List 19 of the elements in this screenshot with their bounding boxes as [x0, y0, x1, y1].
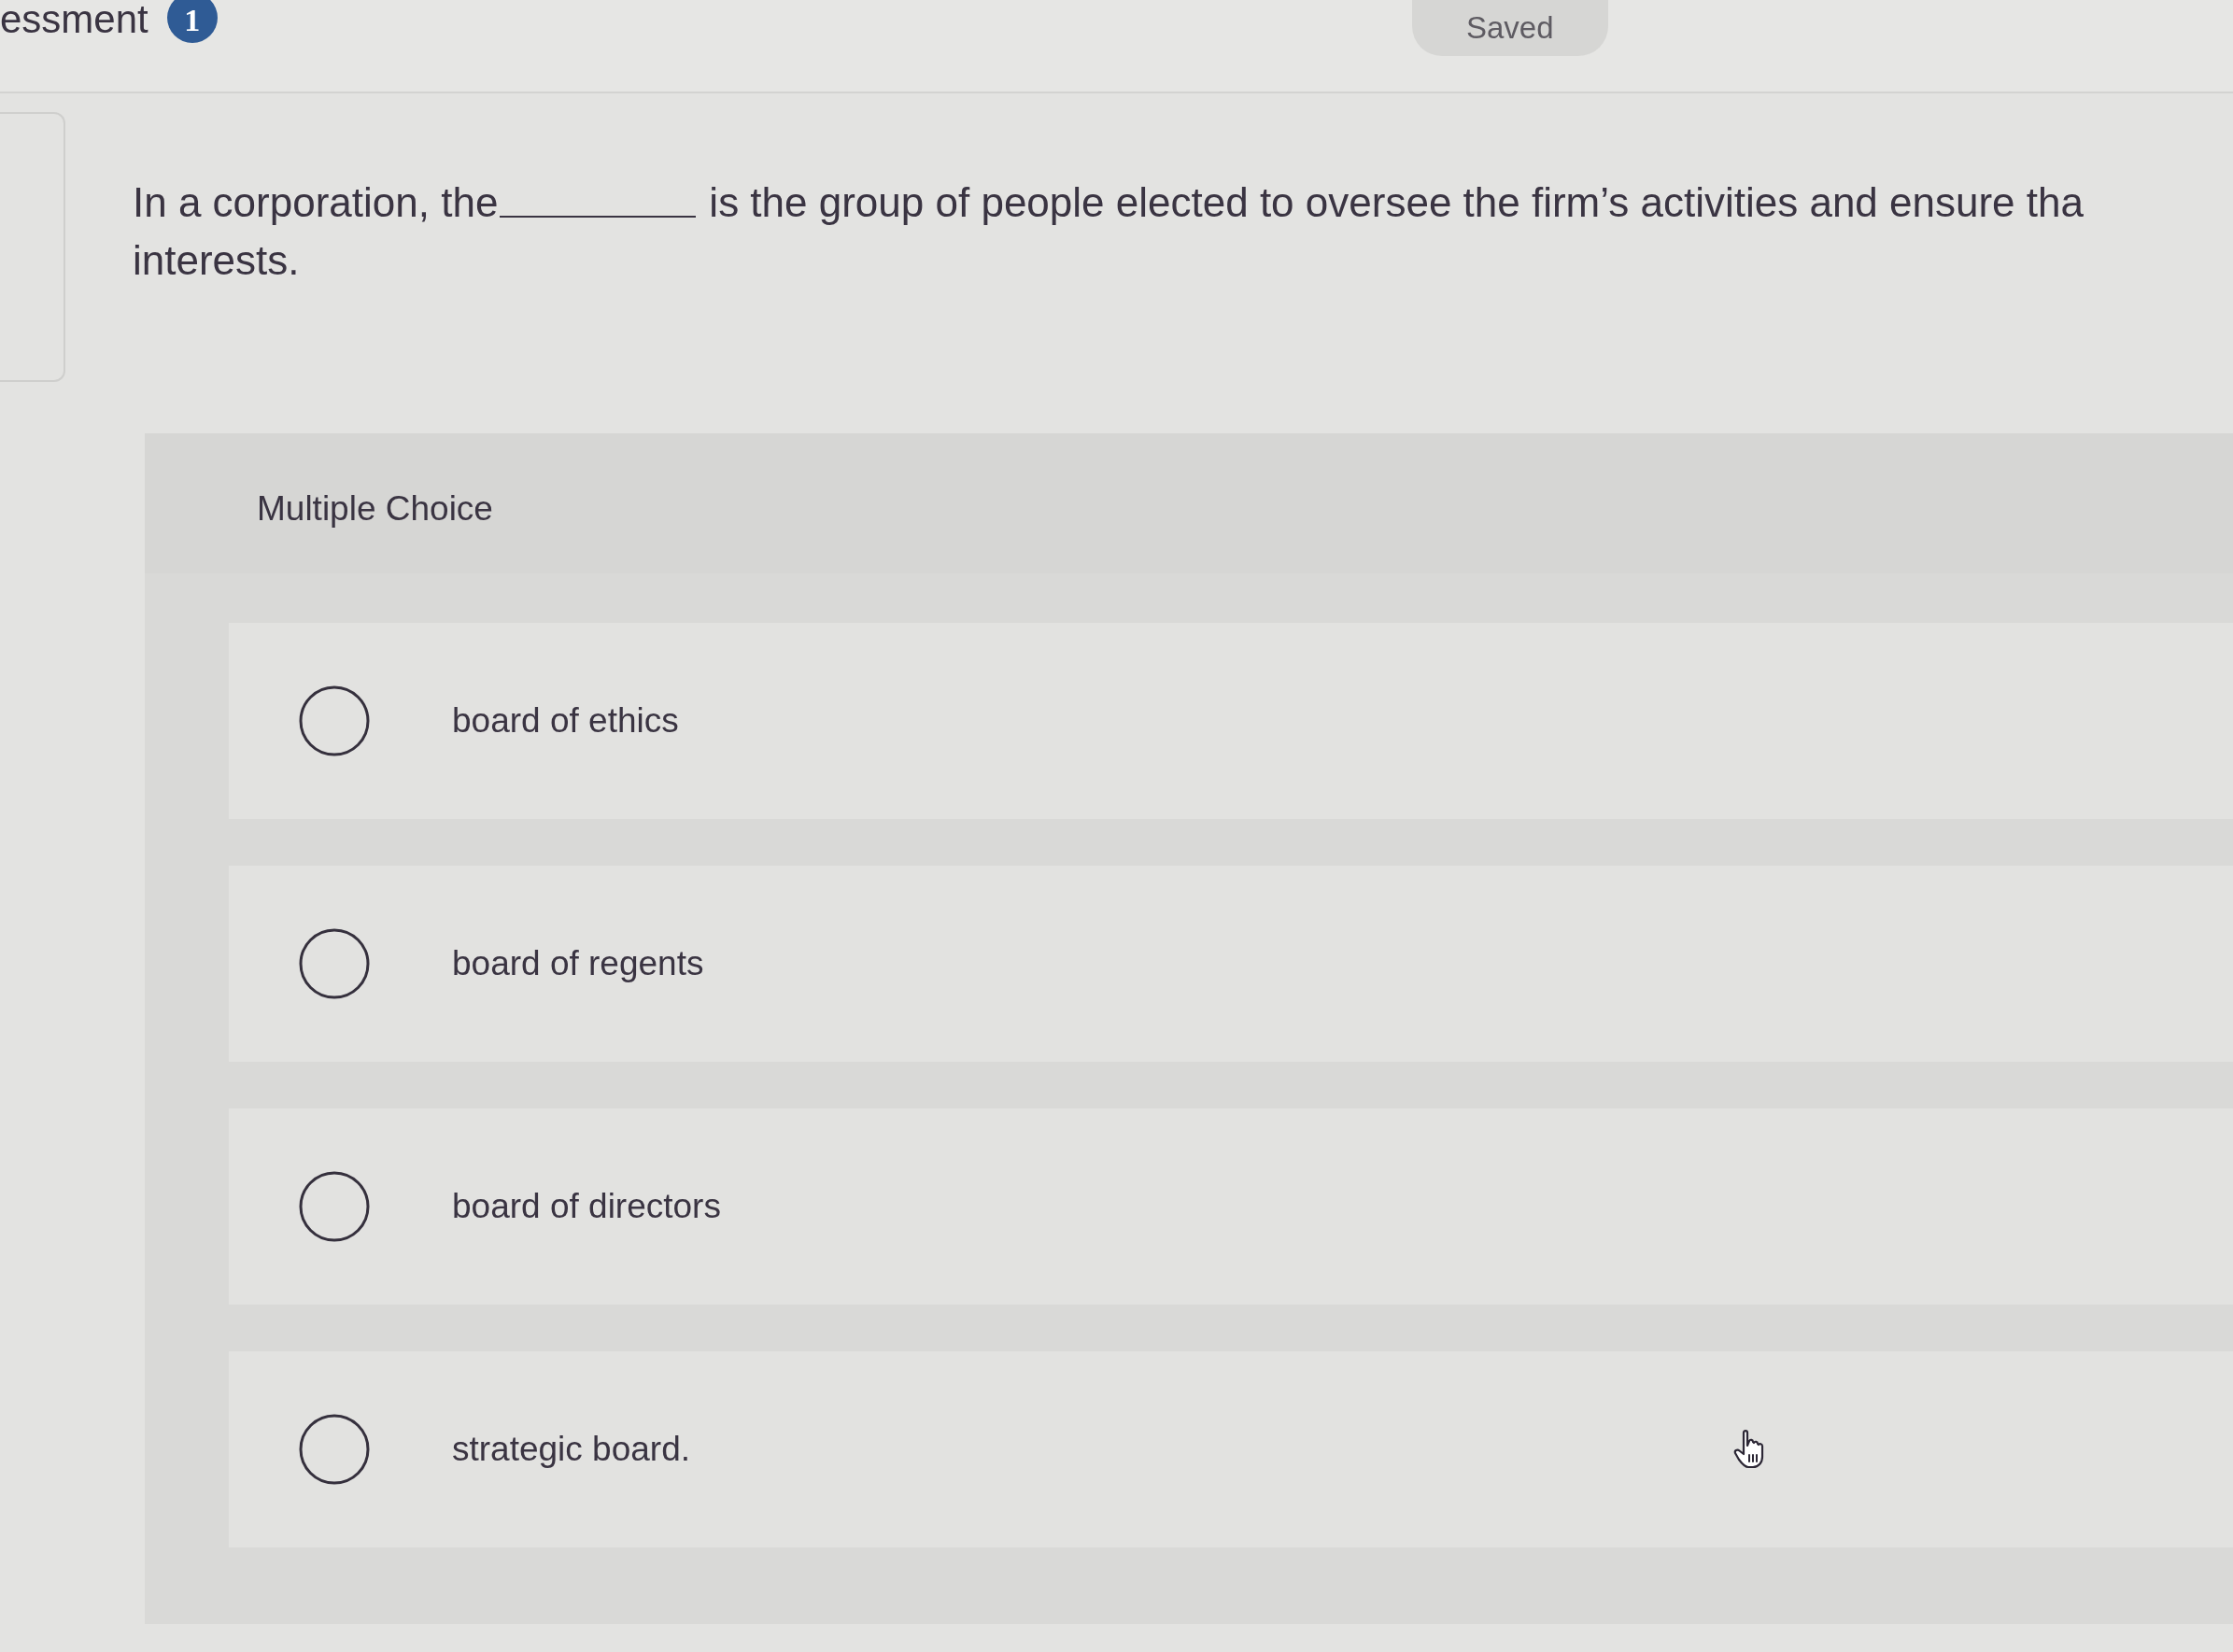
- question-text: interests.: [133, 236, 300, 285]
- option-label: board of ethics: [452, 701, 679, 741]
- question-text: is the group of people elected to oversee the firm’s activities and ensure tha: [709, 178, 2084, 227]
- radio-button[interactable]: [299, 928, 370, 999]
- count-badge: 1: [166, 0, 218, 43]
- radio-button[interactable]: [299, 1171, 370, 1242]
- question-text: In a corporation, the: [133, 178, 499, 227]
- page-title: essment: [0, 0, 148, 39]
- answer-option[interactable]: board of directors: [229, 1108, 2233, 1305]
- option-label: strategic board.: [452, 1430, 691, 1469]
- option-label: board of regents: [452, 944, 704, 983]
- saved-status: Saved: [1412, 0, 1608, 56]
- radio-button[interactable]: [299, 1414, 370, 1485]
- answer-option[interactable]: board of ethics: [229, 623, 2233, 819]
- option-label: board of directors: [452, 1187, 721, 1226]
- question-type-label: Multiple Choice: [257, 489, 493, 528]
- answer-option[interactable]: board of regents: [229, 866, 2233, 1062]
- answer-option[interactable]: strategic board.: [229, 1351, 2233, 1547]
- radio-button[interactable]: [299, 685, 370, 756]
